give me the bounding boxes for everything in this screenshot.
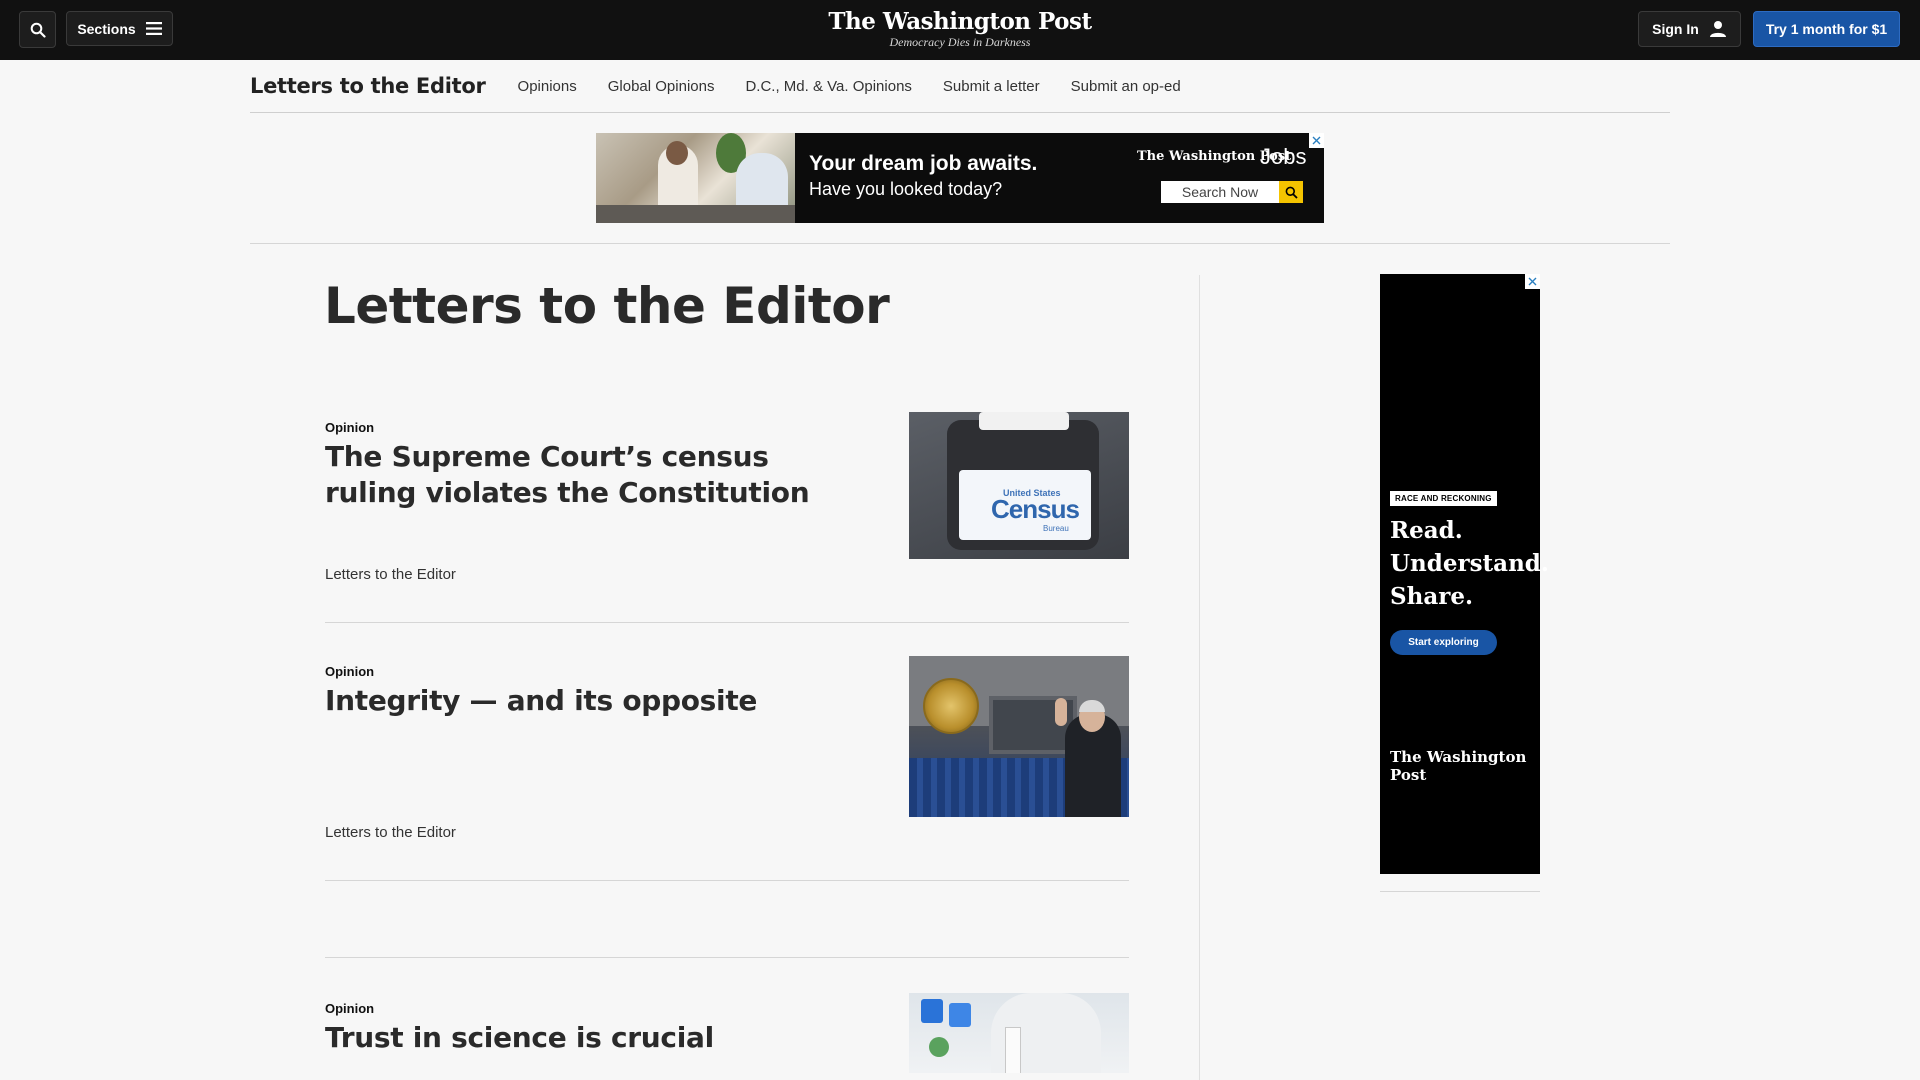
article-thumbnail[interactable] — [909, 993, 1129, 1073]
ad-slogan-line: Understand. — [1390, 550, 1549, 577]
start-exploring-button[interactable]: Start exploring — [1390, 630, 1497, 655]
tagline: Democracy Dies in Darkness — [889, 35, 1031, 49]
top-bar: Sections The Washington Post Democracy D… — [0, 0, 1920, 60]
article-divider — [325, 880, 1129, 881]
section-title[interactable]: Letters to the Editor — [250, 74, 486, 98]
article-byline[interactable]: Letters to the Editor — [325, 824, 456, 841]
divider — [250, 243, 1670, 244]
ad-logo: The Washington Post — [1390, 748, 1527, 784]
masthead-logo[interactable]: The Washington Post Democracy Dies in Da… — [810, 8, 1110, 49]
magnifier-icon[interactable] — [1279, 181, 1303, 203]
ad-headline: Your dream job awaits. — [809, 152, 1038, 175]
article-headline[interactable]: Trust in science is crucial — [325, 1020, 865, 1056]
divider — [1380, 891, 1540, 892]
ad-close-icon[interactable] — [1309, 133, 1324, 148]
ad-slogan: Read. Understand. Share. — [1390, 514, 1549, 613]
article-thumbnail[interactable] — [909, 656, 1129, 817]
sections-menu-button[interactable]: Sections — [66, 11, 173, 46]
nav-link-submit-letter[interactable]: Submit a letter — [943, 78, 1040, 95]
ad-slogan-line: Share. — [1390, 583, 1473, 610]
subscribe-button[interactable]: Try 1 month for $1 — [1753, 11, 1900, 47]
ad-subline: Have you looked today? — [809, 179, 1003, 199]
search-icon — [30, 22, 46, 38]
nav-link-submit-op-ed[interactable]: Submit an op-ed — [1071, 78, 1181, 95]
jobs-banner-ad[interactable]: Your dream job awaits. Have you looked t… — [596, 133, 1324, 223]
ad-close-icon[interactable] — [1525, 274, 1540, 289]
nav-link-opinions[interactable]: Opinions — [518, 78, 577, 95]
census-image-text-bottom: Bureau — [1043, 524, 1069, 533]
search-button[interactable] — [19, 11, 56, 48]
section-nav: Letters to the Editor Opinions Global Op… — [250, 60, 1670, 113]
logo-text: The Washington Post — [828, 8, 1092, 35]
column-divider — [1199, 275, 1200, 1080]
nav-link-global-opinions[interactable]: Global Opinions — [608, 78, 715, 95]
nav-link-local-opinions[interactable]: D.C., Md. & Va. Opinions — [745, 78, 911, 95]
user-icon — [1709, 21, 1726, 37]
article-card: Opinion The Supreme Court’s census rulin… — [325, 412, 1129, 623]
article-kicker: Opinion — [325, 420, 375, 435]
ad-search-button[interactable]: Search Now — [1161, 181, 1279, 203]
article-thumbnail[interactable]: United States Census Bureau — [909, 412, 1129, 559]
article-byline[interactable]: Letters to the Editor — [325, 566, 456, 583]
side-banner-ad[interactable]: RACE AND RECKONING Read. Understand. Sha… — [1380, 274, 1549, 874]
article-card: Opinion Trust in science is crucial — [325, 993, 1129, 1080]
article-divider — [325, 622, 1129, 623]
article-headline[interactable]: Integrity — and its opposite — [325, 683, 865, 719]
ad-brand-jobs: Jobs — [1260, 144, 1307, 169]
article-kicker: Opinion — [325, 664, 375, 679]
article-card: Opinion Integrity — and its opposite Let… — [325, 656, 1129, 882]
article-headline[interactable]: The Supreme Court’s census ruling violat… — [325, 439, 865, 511]
menu-icon — [145, 22, 162, 35]
census-image-text-main: Census — [991, 494, 1080, 524]
divider — [325, 957, 1129, 958]
ad-photo — [596, 133, 795, 223]
sign-in-button[interactable]: Sign In — [1638, 11, 1741, 47]
article-kicker: Opinion — [325, 1001, 375, 1016]
ad-slogan-line: Read. — [1390, 517, 1463, 544]
sign-in-label: Sign In — [1652, 21, 1699, 37]
sections-label: Sections — [77, 20, 136, 37]
ad-tag: RACE AND RECKONING — [1390, 491, 1497, 506]
page-title: Letters to the Editor — [324, 277, 890, 335]
